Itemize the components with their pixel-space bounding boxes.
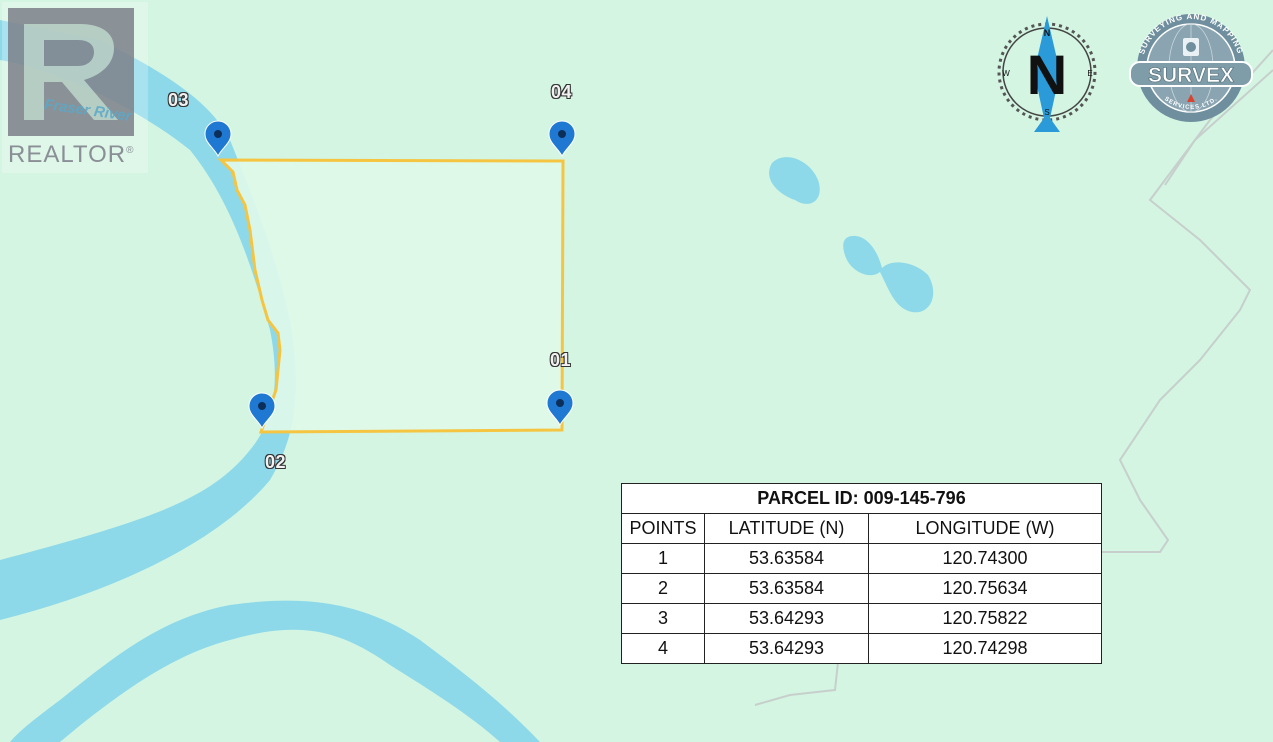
header-points: POINTS <box>621 513 705 544</box>
cell-longitude: 120.74300 <box>868 543 1102 574</box>
cell-point: 4 <box>621 633 705 664</box>
table-row: 4 53.64293 120.74298 <box>621 633 1102 664</box>
point-label-03: 03 <box>168 90 190 110</box>
cell-latitude: 53.63584 <box>704 543 869 574</box>
table-header-row: POINTS LATITUDE (N) LONGITUDE (W) <box>621 513 1102 544</box>
survex-logo: SURVEYING AND MAPPING SURVEX SERVICES LT… <box>1129 12 1253 122</box>
header-longitude: LONGITUDE (W) <box>868 513 1102 544</box>
cell-latitude: 53.64293 <box>704 633 869 664</box>
svg-text:W: W <box>1002 69 1010 78</box>
cell-longitude: 120.74298 <box>868 633 1102 664</box>
table-row: 3 53.64293 120.75822 <box>621 603 1102 634</box>
header-latitude: LATITUDE (N) <box>704 513 869 544</box>
table-row: 1 53.63584 120.74300 <box>621 543 1102 574</box>
parcel-id-title: PARCEL ID: 009-145-796 <box>621 483 1102 514</box>
cell-latitude: 53.63584 <box>704 573 869 604</box>
surveyor-instrument-icon <box>1183 38 1199 56</box>
table-title-row: PARCEL ID: 009-145-796 <box>621 483 1102 514</box>
svg-text:N: N <box>1044 28 1051 38</box>
cell-longitude: 120.75634 <box>868 573 1102 604</box>
svg-text:SURVEX: SURVEX <box>1148 64 1234 87</box>
cell-point: 2 <box>621 573 705 604</box>
svg-text:S: S <box>1044 108 1049 117</box>
svg-text:E: E <box>1087 69 1092 78</box>
compass-rose-icon: N N E W S <box>997 16 1097 132</box>
realtor-logo: Fraser River REALTOR® <box>2 2 148 173</box>
point-label-04: 04 <box>551 82 573 102</box>
realtor-wordmark: REALTOR® <box>8 141 135 168</box>
table-row: 2 53.63584 120.75634 <box>621 573 1102 604</box>
parcel-coordinates-table: PARCEL ID: 009-145-796 POINTS LATITUDE (… <box>621 483 1102 664</box>
cell-latitude: 53.64293 <box>704 603 869 634</box>
point-label-02: 02 <box>265 452 287 472</box>
point-label-01: 01 <box>550 350 572 370</box>
svg-text:N: N <box>1027 43 1067 106</box>
cell-point: 3 <box>621 603 705 634</box>
cell-point: 1 <box>621 543 705 574</box>
cell-longitude: 120.75822 <box>868 603 1102 634</box>
